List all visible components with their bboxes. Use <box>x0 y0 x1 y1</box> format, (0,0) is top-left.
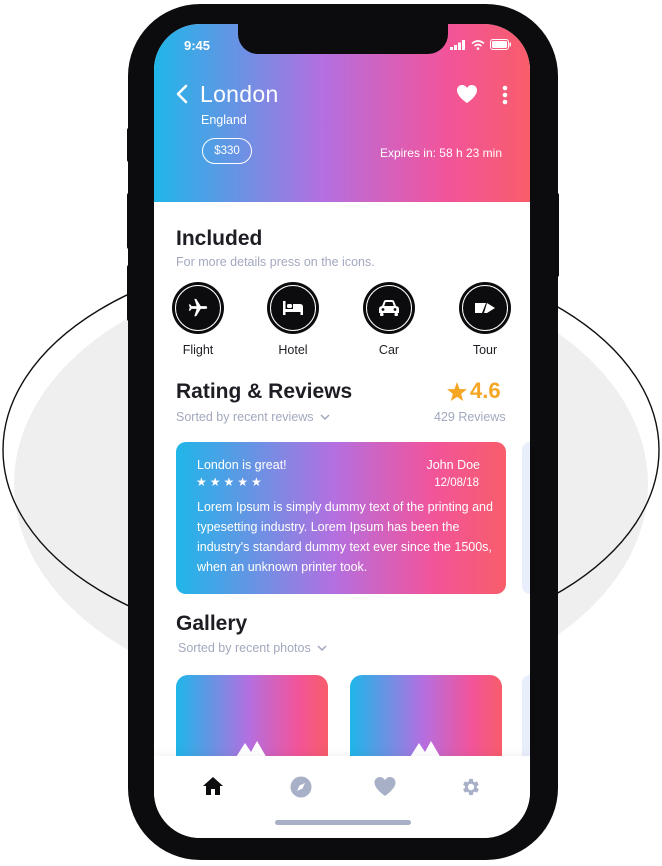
signal-icon <box>450 39 465 50</box>
review-stars: ★★★★★ <box>196 475 265 489</box>
flight-label: Flight <box>182 343 214 357</box>
chevron-down-icon <box>320 414 330 420</box>
included-item-car[interactable]: Car <box>349 282 429 357</box>
battery-icon <box>490 39 511 50</box>
hotel-button[interactable] <box>267 282 319 334</box>
rating-value: 4.6 <box>470 378 501 403</box>
gallery-sort-dropdown[interactable]: Sorted by recent photos <box>178 641 327 655</box>
review-author: John Doe <box>426 458 480 472</box>
included-item-tour[interactable]: Tour <box>445 282 525 357</box>
heart-icon[interactable] <box>373 776 397 797</box>
car-button[interactable] <box>363 282 415 334</box>
status-time: 9:45 <box>184 38 211 53</box>
review-date: 12/08/18 <box>434 477 479 489</box>
status-icons <box>450 39 512 50</box>
wifi-icon <box>471 39 485 50</box>
reviews-sort-label: Sorted by recent reviews <box>176 410 314 424</box>
chevron-down-icon <box>317 645 327 651</box>
country-subtitle: England <box>201 113 247 127</box>
ratings-heading: Rating & Reviews <box>176 380 353 403</box>
included-heading: Included <box>176 227 263 250</box>
next-review-card-peek[interactable] <box>522 442 530 594</box>
car-label: Car <box>378 343 400 357</box>
price-badge: $330 <box>202 138 252 164</box>
included-item-flight[interactable]: Flight <box>158 282 238 357</box>
gallery-sort-label: Sorted by recent photos <box>178 641 311 655</box>
back-chevron-icon[interactable] <box>176 84 188 104</box>
airplane-icon <box>188 298 208 317</box>
heart-icon[interactable] <box>456 84 478 104</box>
included-subtitle: For more details press on the icons. <box>176 255 375 269</box>
rating-score: 4.6 <box>447 378 501 404</box>
hotel-label: Hotel <box>278 343 308 357</box>
tour-button[interactable] <box>459 282 511 334</box>
tour-label: Tour <box>472 343 498 357</box>
phone-screen: 9:45 London England $330 Expires in: 58 … <box>154 24 530 838</box>
star-icon <box>447 381 467 401</box>
gallery-heading: Gallery <box>176 612 248 635</box>
included-item-hotel[interactable]: Hotel <box>253 282 333 357</box>
review-card[interactable]: London is great! John Doe ★★★★★ 12/08/18… <box>176 442 506 594</box>
notch <box>238 24 448 54</box>
car-icon <box>379 300 399 316</box>
city-title: London <box>200 81 279 107</box>
reviews-count: 429 Reviews <box>434 410 506 424</box>
more-vertical-icon[interactable] <box>502 85 508 105</box>
compass-icon[interactable] <box>290 776 312 798</box>
flight-button[interactable] <box>172 282 224 334</box>
review-text: Lorem Ipsum is simply dummy text of the … <box>197 500 493 574</box>
bed-icon <box>283 301 303 315</box>
expiry-text: Expires in: 58 h 23 min <box>379 146 502 160</box>
reviews-sort-dropdown[interactable]: Sorted by recent reviews <box>176 410 330 424</box>
home-indicator <box>275 820 411 825</box>
gear-icon[interactable] <box>460 776 482 798</box>
ticket-icon <box>475 303 495 313</box>
home-icon[interactable] <box>202 776 224 796</box>
bottom-tab-bar <box>154 756 530 838</box>
review-title: London is great! <box>197 458 287 472</box>
